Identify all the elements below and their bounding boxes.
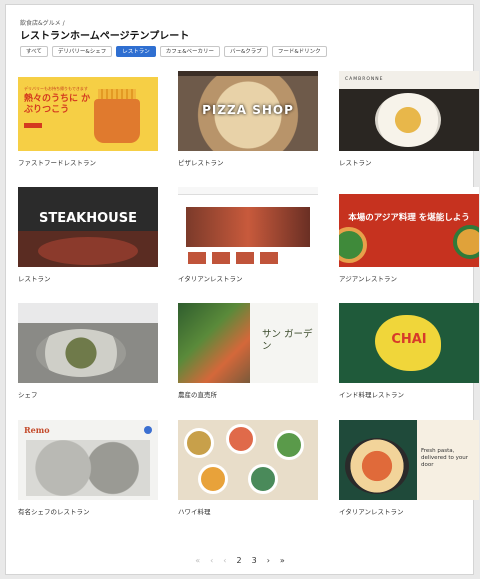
template-caption[interactable]: 農産の直売所	[178, 389, 318, 399]
template-caption[interactable]: 有名シェフのレストラン	[18, 506, 158, 516]
steak-image	[38, 237, 138, 265]
template-caption[interactable]: イタリアンレストラン	[339, 506, 479, 516]
template-card-celebrity-chef[interactable]: Remo 有名シェフのレストラン	[18, 420, 158, 516]
template-thumbnail[interactable]: Fresh pasta, delivered to your door	[339, 420, 479, 500]
thumb-tile	[260, 252, 278, 264]
template-card-asian[interactable]: 本場のアジア料理 を堪能しよう アジアンレストラン	[339, 187, 479, 283]
thumb-nav-bar	[339, 187, 479, 194]
template-caption[interactable]: イタリアンレストラン	[178, 273, 318, 283]
oysters-image	[26, 440, 150, 496]
filter-delivery-chef[interactable]: デリバリー&シェフ	[51, 46, 113, 57]
template-caption[interactable]: ピザレストラン	[178, 157, 318, 167]
bowl-image	[274, 430, 304, 460]
template-card-italian-2[interactable]: Fresh pasta, delivered to your door イタリア…	[339, 420, 479, 516]
fries-cup-image	[94, 99, 140, 143]
next-page-button[interactable]: ›	[267, 556, 270, 565]
template-card-chef[interactable]: シェフ	[18, 303, 158, 399]
filter-food-drink[interactable]: フード&ドリンク	[271, 46, 327, 57]
first-page-button[interactable]: «	[195, 556, 200, 565]
breadcrumb[interactable]: 飲食店&グルメ /	[20, 18, 65, 27]
template-thumbnail[interactable]	[178, 420, 318, 500]
thumb-hero	[186, 207, 310, 247]
template-card-italian-1[interactable]: イタリアンレストラン	[178, 187, 318, 283]
template-caption[interactable]: シェフ	[18, 389, 158, 399]
template-caption[interactable]: インド料理レストラン	[339, 389, 479, 399]
thumb-headline: サン ガーデン	[262, 329, 313, 352]
thumb-brand: Remo	[24, 425, 50, 435]
bowl-image	[248, 464, 278, 494]
filter-cafe-bakery[interactable]: カフェ&ベーカリー	[159, 46, 221, 57]
thumb-headline: STEAKHOUSE	[39, 211, 137, 226]
thumb-nav-bar	[178, 71, 318, 76]
thumb-headline: Fresh pasta, delivered to your door	[421, 448, 468, 468]
filter-bar-club[interactable]: バー&クラブ	[224, 46, 268, 57]
template-thumbnail[interactable]: CHAI	[339, 303, 479, 383]
thumb-tile	[188, 252, 206, 264]
template-card-pizza[interactable]: PIZZA SHOP ピザレストラン	[178, 71, 318, 167]
prev-page-button[interactable]: ‹	[210, 556, 213, 565]
filter-restaurant[interactable]: レストラン	[116, 46, 156, 57]
back-page-button[interactable]: ‹	[223, 556, 226, 565]
category-filter-bar: すべて デリバリー&シェフ レストラン カフェ&ベーカリー バー&クラブ フード…	[20, 46, 327, 57]
template-caption[interactable]: レストラン	[339, 157, 479, 167]
thumb-headline: 本場のアジア料理 を堪能しよう	[348, 213, 470, 223]
thumb-small-text: デリバリーもお持ち帰りもできます	[24, 86, 88, 91]
thumb-tile	[236, 252, 254, 264]
dish-image	[36, 329, 126, 377]
template-thumbnail[interactable]: 本場のアジア料理 を堪能しよう	[339, 187, 479, 267]
bowl-image	[184, 428, 214, 458]
page-2-button[interactable]: 2	[237, 556, 242, 565]
bowl-image	[226, 424, 256, 454]
template-caption[interactable]: レストラン	[18, 273, 158, 283]
pasta-plate-image	[345, 438, 409, 494]
bowl-image	[198, 464, 228, 494]
page-3-button[interactable]: 3	[252, 556, 257, 565]
template-thumbnail[interactable]: Remo	[18, 420, 158, 500]
template-caption[interactable]: アジアンレストラン	[339, 273, 479, 283]
bowl-image	[339, 227, 367, 263]
template-card-farm-market[interactable]: サン ガーデン 農産の直売所	[178, 303, 318, 399]
template-card-fastfood[interactable]: デリバリーもお持ち帰りもできます 熱々のうちに かぶりつこう ファストフードレス…	[18, 71, 158, 167]
template-thumbnail[interactable]	[18, 303, 158, 383]
pasta-plate-image	[375, 93, 441, 147]
thumb-tile	[212, 252, 230, 264]
bowl-image	[453, 225, 479, 259]
thumb-headline: PIZZA SHOP	[202, 103, 294, 117]
template-card-hawaiian[interactable]: ハワイ料理	[178, 420, 318, 516]
page-title: レストランホームページテンプレート	[20, 31, 190, 42]
template-thumbnail[interactable]	[178, 187, 318, 267]
template-gallery-page: 飲食店&グルメ / レストランホームページテンプレート すべて デリバリー&シェ…	[5, 4, 479, 575]
template-card-steakhouse[interactable]: STEAKHOUSE レストラン	[18, 187, 158, 283]
template-thumbnail[interactable]: STEAKHOUSE	[18, 187, 158, 267]
template-caption[interactable]: ハワイ料理	[178, 506, 318, 516]
thumb-headline: 熱々のうちに かぶりつこう	[24, 94, 91, 115]
template-thumbnail[interactable]: サン ガーデン	[178, 303, 318, 383]
template-thumbnail[interactable]: CAMBRONNE	[339, 71, 479, 151]
filter-all[interactable]: すべて	[20, 46, 48, 57]
template-thumbnail[interactable]: デリバリーもお持ち帰りもできます 熱々のうちに かぶりつこう	[18, 71, 158, 151]
thumb-nav-bar	[18, 71, 158, 77]
thumb-nav-bar	[178, 187, 318, 195]
vegetables-image	[178, 303, 250, 383]
template-card-indian[interactable]: CHAI インド料理レストラン	[339, 303, 479, 399]
thumb-brand: CAMBRONNE	[345, 77, 384, 82]
template-thumbnail[interactable]: PIZZA SHOP	[178, 71, 318, 151]
chat-icon	[144, 426, 152, 434]
last-page-button[interactable]: »	[280, 556, 285, 565]
pagination: « ‹ ‹ 2 3 › »	[0, 556, 480, 565]
thumb-headline: CHAI	[391, 332, 427, 347]
template-caption[interactable]: ファストフードレストラン	[18, 157, 158, 167]
thumb-cta	[24, 123, 42, 128]
template-card-restaurant-1[interactable]: CAMBRONNE レストラン	[339, 71, 479, 167]
